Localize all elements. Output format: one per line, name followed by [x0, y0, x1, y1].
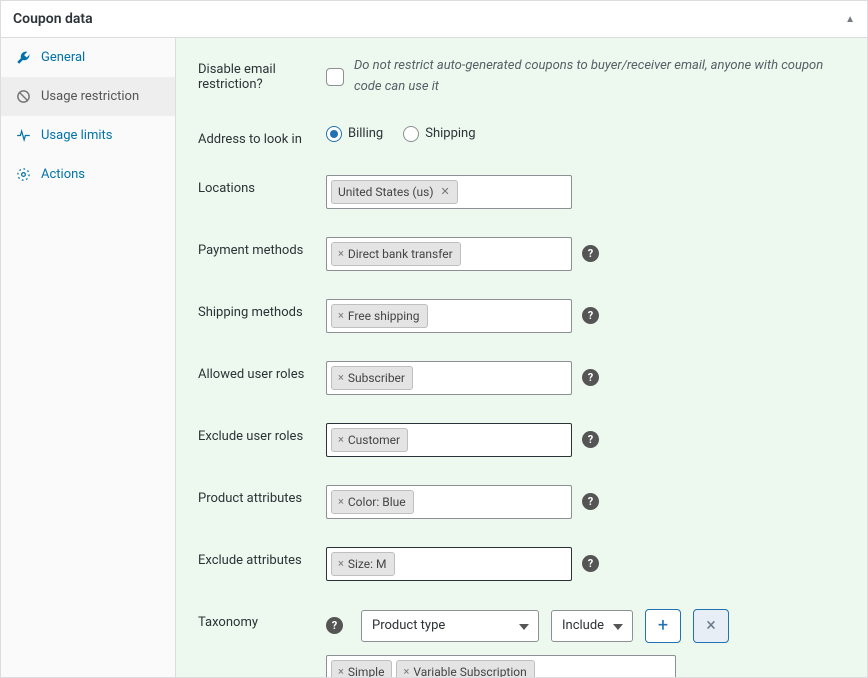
tag-text: Free shipping — [348, 307, 420, 325]
radio-label: Shipping — [425, 126, 475, 141]
tab-actions[interactable]: Actions — [1, 155, 175, 194]
field-hint: Do not restrict auto-generated coupons t… — [354, 56, 845, 98]
panel-body: General Usage restriction Usage limits A… — [1, 38, 867, 677]
gear-icon — [15, 167, 31, 182]
help-icon[interactable]: ? — [582, 307, 599, 324]
payment-input[interactable]: × Direct bank transfer — [326, 237, 572, 271]
radio-shipping[interactable]: Shipping — [403, 126, 475, 142]
radio-label: Billing — [348, 126, 383, 141]
exclude-attr-input[interactable]: × Size: M — [326, 547, 572, 581]
select-value: Include — [562, 618, 604, 633]
exclude-roles-input[interactable]: × Customer — [326, 423, 572, 457]
tag[interactable]: × Simple — [331, 660, 392, 677]
add-button[interactable]: + — [645, 609, 681, 643]
help-icon[interactable]: ? — [326, 617, 343, 634]
row-taxonomy: Taxonomy ? Product type Include + × — [198, 609, 845, 677]
row-disable-email: Disable email restriction? Do not restri… — [198, 56, 845, 98]
tag-text: Color: Blue — [348, 493, 406, 511]
field-label: Locations — [198, 175, 326, 196]
field-label: Allowed user roles — [198, 361, 326, 382]
field-label: Taxonomy — [198, 609, 326, 630]
radio-icon — [326, 126, 342, 142]
field-label: Exclude attributes — [198, 547, 326, 568]
allowed-roles-input[interactable]: × Subscriber — [326, 361, 572, 395]
help-icon[interactable]: ? — [582, 431, 599, 448]
remove-icon[interactable]: × — [338, 555, 344, 573]
shipping-input[interactable]: × Free shipping — [326, 299, 572, 333]
row-product-attr: Product attributes × Color: Blue ? — [198, 485, 845, 519]
tab-usage-restriction[interactable]: Usage restriction — [1, 77, 175, 116]
row-address: Address to look in Billing Shipping — [198, 126, 845, 147]
tag-text: Variable Subscription — [413, 663, 526, 677]
row-payment: Payment methods × Direct bank transfer ? — [198, 237, 845, 271]
select-value: Product type — [372, 618, 445, 633]
tab-label: Usage limits — [41, 128, 112, 143]
field-label: Product attributes — [198, 485, 326, 506]
panel-header[interactable]: Coupon data ▲ — [1, 1, 867, 38]
remove-icon[interactable]: × — [338, 245, 344, 263]
tag-text: Customer — [348, 431, 400, 449]
remove-icon[interactable]: × — [338, 493, 344, 511]
coupon-data-panel: Coupon data ▲ General Usage restriction — [0, 0, 868, 678]
help-icon[interactable]: ? — [582, 555, 599, 572]
locations-input[interactable]: United States (us) ✕ — [326, 175, 572, 209]
field-label: Disable email restriction? — [198, 56, 326, 92]
product-attr-input[interactable]: × Color: Blue — [326, 485, 572, 519]
tab-content: Disable email restriction? Do not restri… — [176, 38, 867, 677]
row-locations: Locations United States (us) ✕ — [198, 175, 845, 209]
tab-label: General — [41, 50, 85, 65]
radio-billing[interactable]: Billing — [326, 126, 383, 142]
row-exclude-attr: Exclude attributes × Size: M ? — [198, 547, 845, 581]
field-label: Exclude user roles — [198, 423, 326, 444]
tab-general[interactable]: General — [1, 38, 175, 77]
tag[interactable]: × Customer — [331, 428, 408, 452]
taxonomy-terms-input[interactable]: × Simple × Variable Subscription — [326, 655, 676, 677]
remove-icon[interactable]: × — [338, 431, 344, 449]
field-label: Shipping methods — [198, 299, 326, 320]
collapse-icon[interactable]: ▲ — [845, 14, 855, 25]
tag[interactable]: × Variable Subscription — [396, 660, 534, 677]
tag-text: Direct bank transfer — [348, 245, 453, 263]
field-label: Address to look in — [198, 126, 326, 147]
disable-email-checkbox[interactable] — [326, 68, 344, 86]
tab-usage-limits[interactable]: Usage limits — [1, 116, 175, 155]
tag-text: Subscriber — [348, 369, 405, 387]
tab-label: Usage restriction — [41, 89, 139, 104]
help-icon[interactable]: ? — [582, 245, 599, 262]
pulse-icon — [15, 128, 31, 143]
tag-text: Simple — [348, 663, 385, 677]
tag[interactable]: × Direct bank transfer — [331, 242, 461, 266]
remove-icon[interactable]: × — [338, 369, 344, 387]
remove-icon[interactable]: ✕ — [441, 183, 450, 201]
ban-icon — [15, 89, 31, 104]
remove-icon[interactable]: × — [403, 663, 409, 677]
row-exclude-roles: Exclude user roles × Customer ? — [198, 423, 845, 457]
field-label: Payment methods — [198, 237, 326, 258]
radio-icon — [403, 126, 419, 142]
tag[interactable]: × Subscriber — [331, 366, 413, 390]
row-shipping: Shipping methods × Free shipping ? — [198, 299, 845, 333]
tag[interactable]: United States (us) ✕ — [331, 180, 458, 204]
wrench-icon — [15, 50, 31, 65]
tag-text: Size: M — [348, 555, 387, 573]
tab-list: General Usage restriction Usage limits A… — [1, 38, 176, 677]
tag[interactable]: × Free shipping — [331, 304, 428, 328]
help-icon[interactable]: ? — [582, 493, 599, 510]
tab-label: Actions — [41, 167, 85, 182]
tag-text: United States (us) — [338, 183, 434, 201]
taxonomy-mode-select[interactable]: Include — [551, 610, 633, 642]
panel-title: Coupon data — [13, 11, 93, 27]
remove-icon[interactable]: × — [338, 663, 344, 677]
tag[interactable]: × Size: M — [331, 552, 395, 576]
help-icon[interactable]: ? — [582, 369, 599, 386]
remove-icon[interactable]: × — [338, 307, 344, 325]
tag[interactable]: × Color: Blue — [331, 490, 414, 514]
remove-button[interactable]: × — [693, 609, 729, 643]
row-allowed-roles: Allowed user roles × Subscriber ? — [198, 361, 845, 395]
taxonomy-type-select[interactable]: Product type — [361, 610, 539, 642]
